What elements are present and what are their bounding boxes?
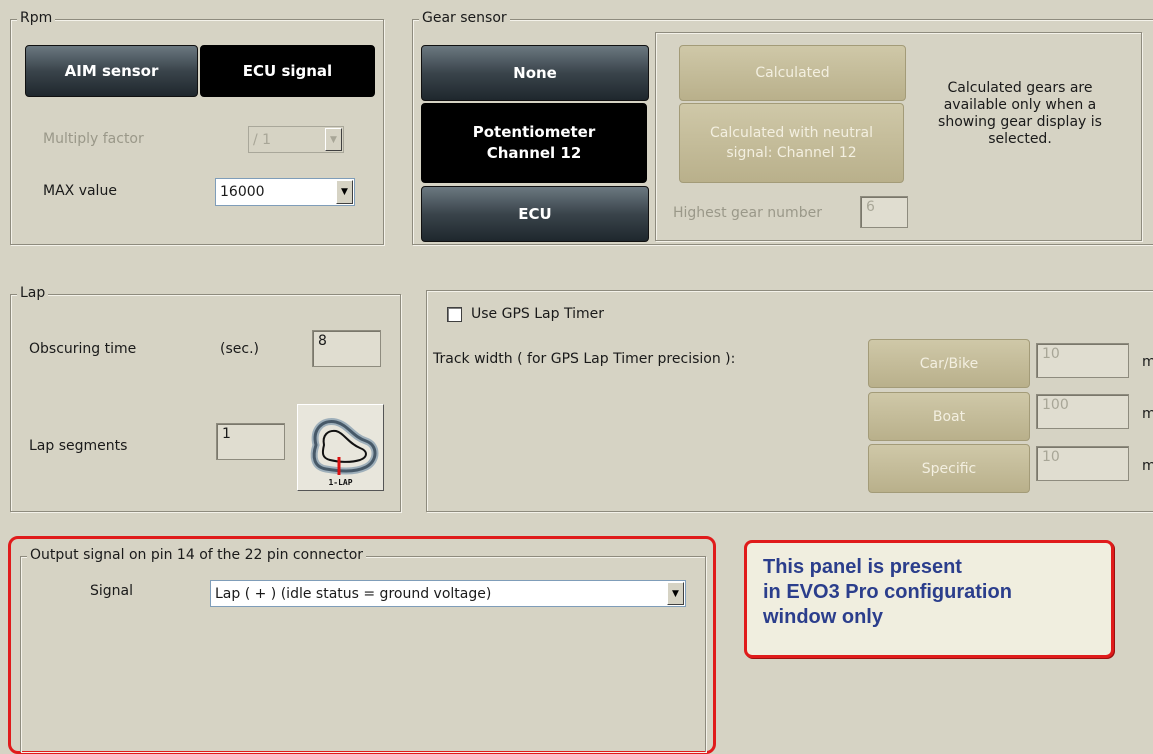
obscuring-time-label: Obscuring time [29, 341, 137, 357]
calculated-neutral-button[interactable]: Calculated with neutral signal: Channel … [679, 103, 904, 183]
gear-ecu-button[interactable]: ECU [421, 186, 649, 242]
specific-unit: m [1142, 458, 1153, 474]
specific-button[interactable]: Specific [868, 444, 1030, 493]
multiply-factor-value: / 1 [253, 131, 272, 148]
lap-segments-field[interactable]: 1 [216, 423, 285, 460]
calculated-gears-note: Calculated gears are available only when… [938, 80, 1102, 147]
obscuring-time-field[interactable]: 8 [312, 330, 381, 367]
aim-sensor-button[interactable]: AIM sensor [25, 45, 198, 97]
gear-sensor-legend: Gear sensor [419, 10, 510, 26]
boat-button[interactable]: Boat [868, 392, 1030, 441]
track-width-label: Track width ( for GPS Lap Timer precisio… [433, 351, 736, 367]
lap-legend: Lap [17, 285, 49, 301]
car-bike-width-field[interactable]: 10 [1036, 343, 1129, 378]
car-bike-unit: m [1142, 354, 1153, 370]
output-signal-legend: Output signal on pin 14 of the 22 pin co… [27, 547, 367, 563]
multiply-factor-select[interactable]: / 1 ▼ [248, 126, 344, 153]
evo3-pro-callout: This panel is present in EVO3 Pro config… [744, 540, 1114, 658]
boat-unit: m [1142, 406, 1153, 422]
gear-potentiometer-button[interactable]: Potentiometer Channel 12 [421, 103, 647, 183]
callout-line-2: in EVO3 Pro configuration [763, 581, 1012, 603]
callout-line-1: This panel is present [763, 556, 962, 578]
highest-gear-label: Highest gear number [673, 205, 822, 221]
rpm-legend: Rpm [17, 10, 56, 26]
lap-segments-label: Lap segments [29, 438, 128, 454]
highest-gear-field[interactable]: 6 [860, 196, 908, 228]
calculated-button[interactable]: Calculated [679, 45, 906, 101]
ecu-signal-button[interactable]: ECU signal [200, 45, 375, 97]
signal-value: Lap ( + ) (idle status = ground voltage) [215, 585, 492, 602]
boat-width-field[interactable]: 100 [1036, 394, 1129, 429]
use-gps-label[interactable]: Use GPS Lap Timer [471, 306, 604, 322]
chevron-down-icon: ▼ [325, 128, 342, 151]
car-bike-button[interactable]: Car/Bike [868, 339, 1030, 388]
signal-select[interactable]: Lap ( + ) (idle status = ground voltage)… [210, 580, 686, 607]
multiply-factor-label: Multiply factor [43, 131, 144, 147]
gear-none-button[interactable]: None [421, 45, 649, 101]
chevron-down-icon: ▼ [667, 582, 684, 605]
lap-icon-label: 1-LAP [328, 478, 353, 487]
specific-width-field[interactable]: 10 [1036, 446, 1129, 481]
callout-line-3: window only [763, 606, 883, 628]
max-value-value: 16000 [220, 184, 265, 200]
use-gps-checkbox[interactable] [447, 307, 462, 322]
obscuring-time-unit-label: (sec.) [220, 341, 259, 357]
max-value-select[interactable]: 16000 ▼ [215, 178, 355, 206]
chevron-down-icon: ▼ [336, 180, 353, 204]
signal-label: Signal [90, 583, 134, 599]
lap-segments-button[interactable]: 1-LAP [297, 404, 384, 491]
max-value-label: MAX value [43, 183, 117, 199]
